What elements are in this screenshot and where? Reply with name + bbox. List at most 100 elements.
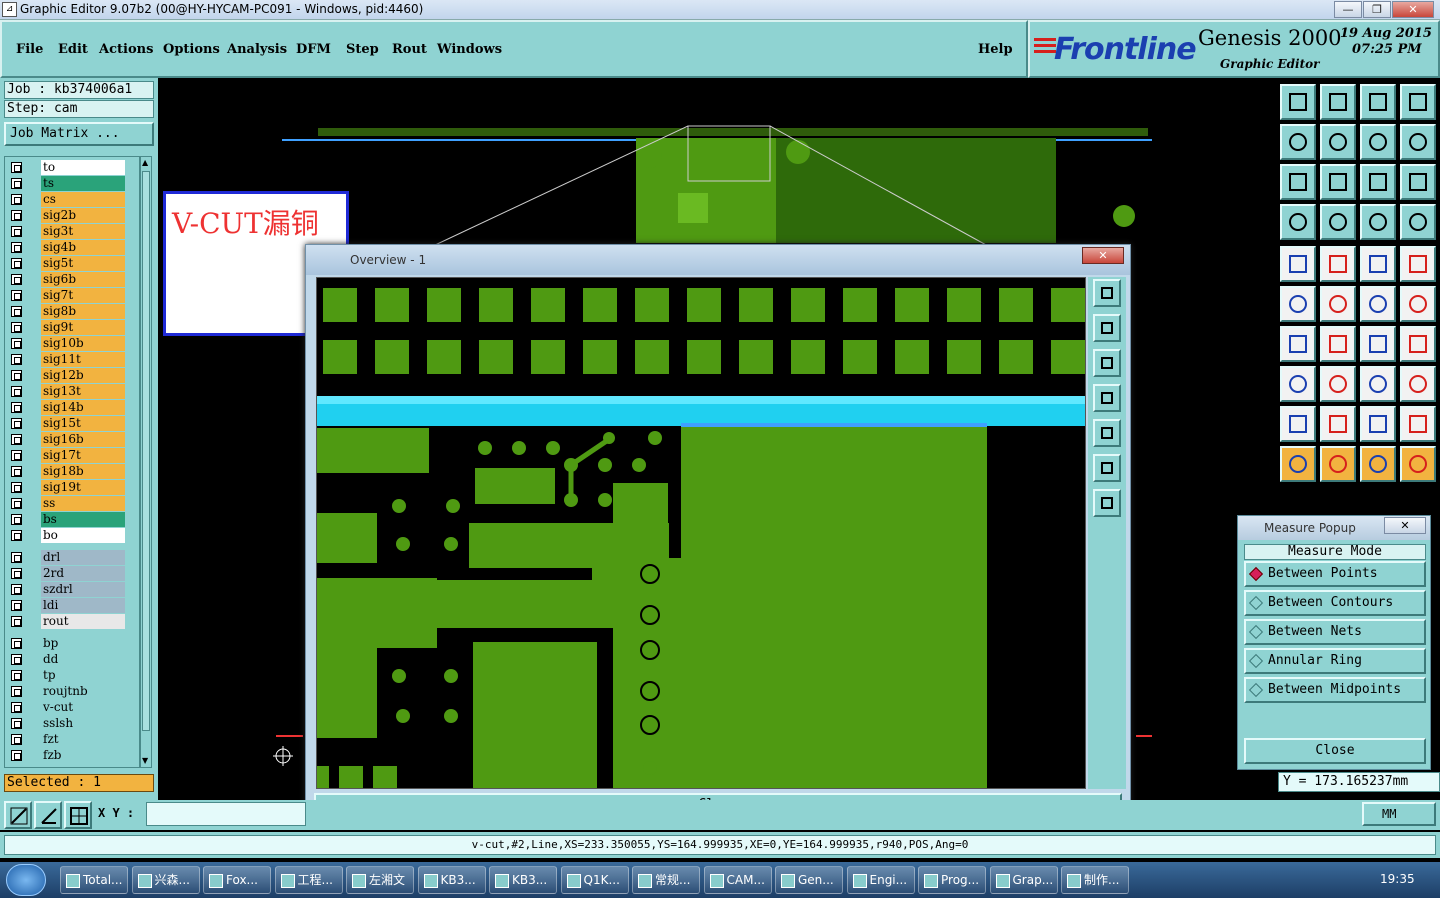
overview-titlebar[interactable]: Overview - 1 ✕ [306, 245, 1130, 275]
overview-pan-down-button[interactable] [1093, 349, 1121, 377]
layer-row-sig14b[interactable]: sig14b [7, 400, 125, 415]
layer-row-sig4b[interactable]: sig4b [7, 240, 125, 255]
layer-row-sig18b[interactable]: sig18b [7, 464, 125, 479]
tool-angle-button[interactable] [1280, 326, 1316, 362]
tool-slash-button[interactable] [1320, 326, 1356, 362]
layer-row-tp[interactable]: tp [7, 668, 125, 683]
menu-actions[interactable]: Actions [99, 42, 153, 57]
layer-row-v-cut[interactable]: v-cut [7, 700, 125, 715]
layer-checkbox[interactable] [11, 290, 22, 301]
overview-zoom-in-button[interactable] [1093, 454, 1121, 482]
menu-windows[interactable]: Windows [437, 42, 502, 57]
measure-titlebar[interactable]: Measure Popup ✕ [1238, 516, 1430, 540]
layer-checkbox[interactable] [11, 654, 22, 665]
taskbar-item[interactable]: Grap... [989, 866, 1058, 894]
measure-between-points[interactable]: Between Points [1244, 561, 1426, 587]
layer-checkbox[interactable] [11, 226, 22, 237]
layer-row-szdrl[interactable]: szdrl [7, 582, 125, 597]
measure-close-x-button[interactable]: ✕ [1384, 517, 1426, 534]
units-select[interactable]: MM [1362, 802, 1436, 826]
scroll-thumb[interactable] [142, 171, 150, 731]
scroll-up-icon[interactable]: ▲ [142, 158, 150, 168]
layer-checkbox[interactable] [11, 584, 22, 595]
layer-row-sig17t[interactable]: sig17t [7, 448, 125, 463]
layer-row-sig8b[interactable]: sig8b [7, 304, 125, 319]
menu-help[interactable]: Help [978, 42, 1013, 57]
layer-row-sig12b[interactable]: sig12b [7, 368, 125, 383]
layer-row-fzb[interactable]: fzb [7, 748, 125, 763]
layer-row-bp[interactable]: bp [7, 636, 125, 651]
layer-row-sig11t[interactable]: sig11t [7, 352, 125, 367]
layer-checkbox[interactable] [11, 274, 22, 285]
maximize-button[interactable]: ❐ [1363, 1, 1391, 18]
tool-align-button[interactable] [1400, 326, 1436, 362]
layer-checkbox[interactable] [11, 670, 22, 681]
tool-pan-left-button[interactable] [1280, 124, 1316, 160]
tool-ratio-button[interactable] [1360, 164, 1396, 200]
tool-help-button[interactable] [1400, 164, 1436, 200]
tool-ruler-button[interactable] [1360, 246, 1396, 282]
measure-annular-ring[interactable]: Annular Ring [1244, 648, 1426, 674]
layer-checkbox[interactable] [11, 638, 22, 649]
taskbar-item[interactable]: 兴森... [131, 866, 200, 894]
layer-row-bs[interactable]: bs [7, 512, 125, 527]
menu-analysis[interactable]: Analysis [227, 42, 287, 57]
tool-fit-button[interactable] [1280, 164, 1316, 200]
measure-between-midpoints[interactable]: Between Midpoints [1244, 677, 1426, 703]
scroll-down-icon[interactable]: ▼ [142, 756, 150, 766]
tool-triangle-c-button[interactable] [1360, 406, 1396, 442]
start-button[interactable] [6, 864, 46, 896]
layer-row-sig16b[interactable]: sig16b [7, 432, 125, 447]
tool-add-pad-button[interactable] [1280, 246, 1316, 282]
tool-route-button[interactable] [1320, 204, 1356, 240]
tool-zoom-home-button[interactable] [1280, 84, 1316, 120]
layer-checkbox[interactable] [11, 498, 22, 509]
taskbar-item[interactable]: KB3... [417, 866, 486, 894]
minimize-button[interactable]: — [1334, 1, 1362, 18]
layer-checkbox[interactable] [11, 568, 22, 579]
layer-row-sig6b[interactable]: sig6b [7, 272, 125, 287]
layer-checkbox[interactable] [11, 686, 22, 697]
layer-row-2rd[interactable]: 2rd [7, 566, 125, 581]
layer-row-ts[interactable]: ts [7, 176, 125, 191]
layer-checkbox[interactable] [11, 162, 22, 173]
tool-zoom-frame-button[interactable] [1400, 84, 1436, 120]
tool-rotate-button[interactable] [1360, 326, 1396, 362]
layer-checkbox[interactable] [11, 418, 22, 429]
tool-flip-button[interactable] [1360, 124, 1396, 160]
menu-rout[interactable]: Rout [392, 42, 427, 57]
measure-close-button[interactable]: Close [1244, 738, 1426, 764]
tool-line-a-button[interactable] [1360, 286, 1396, 322]
taskbar-item[interactable]: 工程... [274, 866, 343, 894]
layer-row-sig7t[interactable]: sig7t [7, 288, 125, 303]
layer-row-to[interactable]: to [7, 160, 125, 175]
taskbar-item[interactable]: Total... [60, 866, 128, 894]
tool-pointer-circle-button[interactable] [1360, 446, 1396, 482]
tool-dot-button[interactable] [1400, 246, 1436, 282]
overview-close-x-button[interactable]: ✕ [1082, 247, 1124, 264]
taskbar-item[interactable]: Prog... [918, 866, 986, 894]
layer-checkbox[interactable] [11, 386, 22, 397]
measure-between-contours[interactable]: Between Contours [1244, 590, 1426, 616]
overview-pan-left-button[interactable] [1093, 384, 1121, 412]
menu-dfm[interactable]: DFM [296, 42, 331, 57]
taskbar-item[interactable]: 左湘文 [346, 866, 414, 894]
layer-row-sig2b[interactable]: sig2b [7, 208, 125, 223]
taskbar-item[interactable]: Engi... [846, 866, 915, 894]
layer-checkbox[interactable] [11, 338, 22, 349]
layer-row-sig5t[interactable]: sig5t [7, 256, 125, 271]
tool-triangle-a-button[interactable] [1280, 406, 1316, 442]
tool-measure-button[interactable] [1360, 366, 1396, 402]
layer-row-sslsh[interactable]: sslsh [7, 716, 125, 731]
layer-row-sig9t[interactable]: sig9t [7, 320, 125, 335]
overview-pan-right-button[interactable] [1093, 419, 1121, 447]
layer-row-roujtnb[interactable]: roujtnb [7, 684, 125, 699]
layer-row-sig19t[interactable]: sig19t [7, 480, 125, 495]
angle-tool-button[interactable] [34, 801, 62, 829]
tool-triangle-d-button[interactable] [1400, 406, 1436, 442]
overview-zoom-out-button[interactable] [1093, 489, 1121, 517]
taskbar-item[interactable]: Gen... [775, 866, 843, 894]
layer-row-sig13t[interactable]: sig13t [7, 384, 125, 399]
menu-step[interactable]: Step [346, 42, 379, 57]
tool-center-button[interactable] [1320, 164, 1356, 200]
